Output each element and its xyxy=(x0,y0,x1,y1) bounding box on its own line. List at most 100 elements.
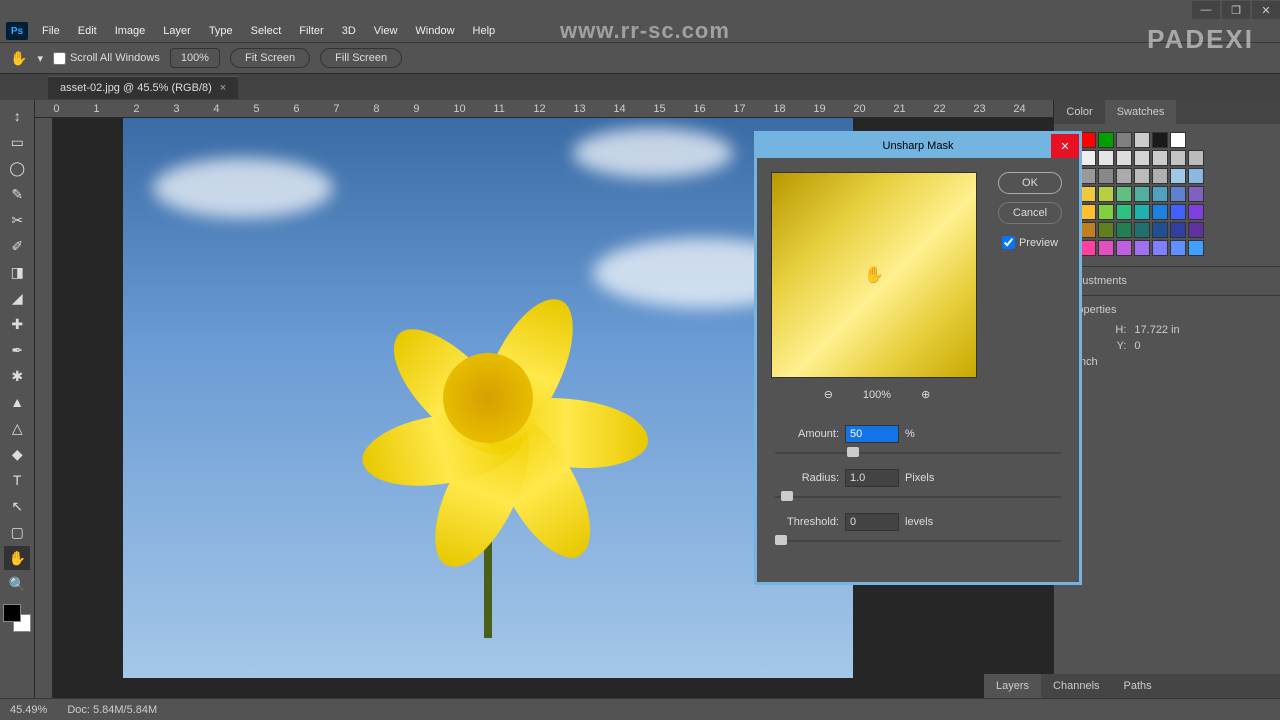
zoom-out-icon[interactable]: ⊖ xyxy=(824,388,833,401)
scroll-all-input[interactable] xyxy=(53,52,66,65)
stamp-tool[interactable]: ✚ xyxy=(4,312,30,336)
menu-help[interactable]: Help xyxy=(465,22,504,40)
zoom-in-icon[interactable]: ⊕ xyxy=(921,388,930,401)
menu-filter[interactable]: Filter xyxy=(291,22,331,40)
swatch[interactable] xyxy=(1188,240,1204,256)
eyedropper-tool[interactable]: ✐ xyxy=(4,234,30,258)
blur-tool[interactable]: △ xyxy=(4,416,30,440)
swatch[interactable] xyxy=(1188,168,1204,184)
swatch[interactable] xyxy=(1098,222,1114,238)
swatch[interactable] xyxy=(1080,150,1096,166)
document-canvas[interactable] xyxy=(123,118,853,678)
swatch[interactable] xyxy=(1134,186,1150,202)
menu-3d[interactable]: 3D xyxy=(334,22,364,40)
swatch[interactable] xyxy=(1170,150,1186,166)
amount-input[interactable] xyxy=(845,425,899,443)
radius-input[interactable] xyxy=(845,469,899,487)
menu-view[interactable]: View xyxy=(366,22,406,40)
close-icon[interactable]: × xyxy=(220,82,226,94)
swatch[interactable] xyxy=(1152,186,1168,202)
swatch[interactable] xyxy=(1098,204,1114,220)
menu-image[interactable]: Image xyxy=(107,22,154,40)
swatch[interactable] xyxy=(1098,240,1114,256)
maximize-button[interactable]: ❐ xyxy=(1222,1,1250,19)
swatch[interactable] xyxy=(1116,186,1132,202)
crop-tool[interactable]: ✂ xyxy=(4,208,30,232)
threshold-input[interactable] xyxy=(845,513,899,531)
document-tab[interactable]: asset-02.jpg @ 45.5% (RGB/8) × xyxy=(48,76,238,99)
swatch[interactable] xyxy=(1098,132,1114,148)
healing-tool[interactable]: ◨ xyxy=(4,260,30,284)
color-swatch[interactable] xyxy=(3,604,31,632)
fit-screen-button[interactable]: Fit Screen xyxy=(230,48,310,68)
path-select-tool[interactable]: ↖ xyxy=(4,494,30,518)
menu-window[interactable]: Window xyxy=(407,22,462,40)
swatch[interactable] xyxy=(1134,204,1150,220)
foreground-color[interactable] xyxy=(3,604,21,622)
eraser-tool[interactable]: ✱ xyxy=(4,364,30,388)
swatch[interactable] xyxy=(1080,132,1096,148)
hand-tool[interactable]: ✋ xyxy=(4,546,30,570)
swatch[interactable] xyxy=(1098,150,1114,166)
swatch[interactable] xyxy=(1152,132,1168,148)
paths-tab[interactable]: Paths xyxy=(1112,674,1164,698)
swatch[interactable] xyxy=(1170,186,1186,202)
swatch[interactable] xyxy=(1116,204,1132,220)
dodge-tool[interactable]: ◆ xyxy=(4,442,30,466)
adjustments-panel[interactable]: Adjustments xyxy=(1054,266,1280,295)
swatch[interactable] xyxy=(1134,168,1150,184)
minimize-button[interactable]: — xyxy=(1192,1,1220,19)
cancel-button[interactable]: Cancel xyxy=(998,202,1062,224)
swatch[interactable] xyxy=(1080,204,1096,220)
amount-slider[interactable] xyxy=(775,447,1061,459)
gradient-tool[interactable]: ▲ xyxy=(4,390,30,414)
swatch[interactable] xyxy=(1098,168,1114,184)
swatch[interactable] xyxy=(1098,186,1114,202)
swatch[interactable] xyxy=(1134,240,1150,256)
type-tool[interactable]: T xyxy=(4,468,30,492)
swatch[interactable] xyxy=(1188,222,1204,238)
zoom-tool[interactable]: 🔍 xyxy=(4,572,30,596)
swatch[interactable] xyxy=(1188,150,1204,166)
fill-screen-button[interactable]: Fill Screen xyxy=(320,48,402,68)
move-tool[interactable]: ↕ xyxy=(4,104,30,128)
swatch[interactable] xyxy=(1116,240,1132,256)
swatch[interactable] xyxy=(1134,222,1150,238)
swatch[interactable] xyxy=(1116,132,1132,148)
lasso-tool[interactable]: ◯ xyxy=(4,156,30,180)
swatch[interactable] xyxy=(1080,240,1096,256)
channels-tab[interactable]: Channels xyxy=(1041,674,1111,698)
swatch[interactable] xyxy=(1080,186,1096,202)
shape-tool[interactable]: ▢ xyxy=(4,520,30,544)
swatch[interactable] xyxy=(1134,132,1150,148)
menu-layer[interactable]: Layer xyxy=(155,22,199,40)
history-brush-tool[interactable]: ✒ xyxy=(4,338,30,362)
swatch[interactable] xyxy=(1152,150,1168,166)
filter-preview[interactable]: ✋ xyxy=(771,172,977,378)
swatch[interactable] xyxy=(1170,222,1186,238)
layers-tab[interactable]: Layers xyxy=(984,674,1041,698)
radius-slider[interactable] xyxy=(775,491,1061,503)
color-panel-tab[interactable]: Color xyxy=(1054,100,1104,124)
menu-file[interactable]: File xyxy=(34,22,68,40)
swatch[interactable] xyxy=(1152,204,1168,220)
swatch[interactable] xyxy=(1116,150,1132,166)
swatches-panel-tab[interactable]: Swatches xyxy=(1105,100,1177,124)
swatch[interactable] xyxy=(1170,168,1186,184)
preview-checkbox-input[interactable] xyxy=(1002,236,1015,249)
zoom-field[interactable]: 100% xyxy=(170,48,220,68)
quick-select-tool[interactable]: ✎ xyxy=(4,182,30,206)
dropdown-icon[interactable]: ▾ xyxy=(37,52,43,65)
swatch[interactable] xyxy=(1080,168,1096,184)
threshold-slider[interactable] xyxy=(775,535,1061,547)
brush-tool[interactable]: ◢ xyxy=(4,286,30,310)
swatch[interactable] xyxy=(1170,132,1186,148)
dialog-title-bar[interactable]: Unsharp Mask ✕ xyxy=(757,134,1079,158)
ok-button[interactable]: OK xyxy=(998,172,1062,194)
swatch[interactable] xyxy=(1170,204,1186,220)
menu-edit[interactable]: Edit xyxy=(70,22,105,40)
swatch[interactable] xyxy=(1152,240,1168,256)
marquee-tool[interactable]: ▭ xyxy=(4,130,30,154)
swatch[interactable] xyxy=(1188,204,1204,220)
swatch[interactable] xyxy=(1116,168,1132,184)
